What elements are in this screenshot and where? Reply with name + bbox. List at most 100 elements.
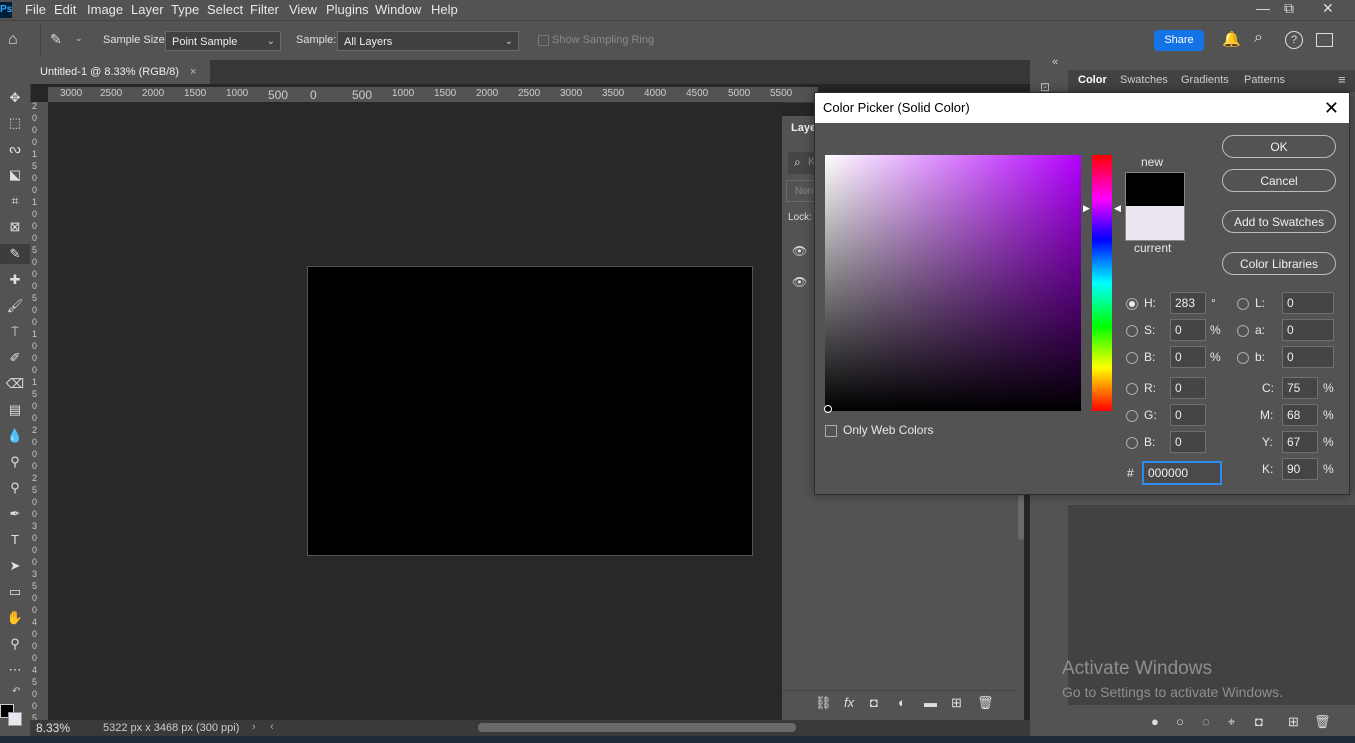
clone-stamp-tool-icon[interactable]: ⍑ bbox=[0, 322, 30, 342]
menu-layer[interactable]: Layer bbox=[131, 2, 164, 17]
cyan-field[interactable]: 75 bbox=[1282, 377, 1318, 399]
hue-slider[interactable] bbox=[1092, 155, 1112, 411]
circle-filled-icon[interactable]: ● bbox=[1151, 714, 1159, 729]
path-selection-tool-icon[interactable]: ➤ bbox=[0, 556, 30, 576]
dotted-circle-icon[interactable]: ◌ bbox=[1202, 714, 1210, 729]
saturation-radio[interactable] bbox=[1126, 325, 1138, 337]
hue-radio[interactable] bbox=[1126, 298, 1138, 310]
menu-window[interactable]: Window bbox=[375, 2, 421, 17]
workspace-icon[interactable] bbox=[1316, 33, 1333, 47]
color-selection-marker[interactable] bbox=[824, 405, 832, 413]
eyedropper-tool-icon[interactable]: ✎ bbox=[50, 31, 62, 48]
more-tools-icon[interactable]: ⋯ bbox=[0, 660, 30, 680]
tab-color[interactable]: Color bbox=[1078, 74, 1107, 86]
tab-patterns[interactable]: Patterns bbox=[1244, 74, 1285, 86]
current-color-swatch[interactable] bbox=[1125, 206, 1185, 241]
menu-type[interactable]: Type bbox=[171, 2, 199, 17]
history-brush-tool-icon[interactable]: ✐ bbox=[0, 348, 30, 368]
circle-outline-icon[interactable]: ○ bbox=[1176, 714, 1184, 729]
menu-image[interactable]: Image bbox=[87, 2, 123, 17]
new-layer-icon[interactable]: ⊞ bbox=[951, 695, 962, 711]
blend-mode-select[interactable]: Norm bbox=[786, 180, 819, 202]
home-icon[interactable]: ⌂ bbox=[8, 31, 18, 49]
add-to-swatches-button[interactable]: Add to Swatches bbox=[1222, 210, 1336, 233]
a-channel-field[interactable]: 0 bbox=[1282, 319, 1334, 341]
blur-tool-icon[interactable]: 💧 bbox=[0, 426, 30, 446]
a-channel-radio[interactable] bbox=[1237, 325, 1249, 337]
notification-bell-icon[interactable]: 🔔 bbox=[1222, 30, 1241, 48]
horizontal-scrollbar-thumb[interactable] bbox=[478, 723, 796, 732]
green-field[interactable]: 0 bbox=[1170, 404, 1206, 426]
close-icon[interactable]: ✕ bbox=[1324, 93, 1339, 123]
menu-select[interactable]: Select bbox=[207, 2, 243, 17]
pen-tool-icon[interactable]: ✒ bbox=[0, 504, 30, 524]
scroll-left-icon[interactable]: ‹ bbox=[270, 721, 274, 733]
trash-icon[interactable]: 🗑 bbox=[977, 695, 994, 711]
lasso-tool-icon[interactable]: ᔓ bbox=[0, 139, 30, 159]
dialog-titlebar[interactable]: Color Picker (Solid Color) ✕ bbox=[815, 93, 1349, 123]
search-icon[interactable]: ⌕ bbox=[1254, 29, 1263, 47]
healing-brush-tool-icon[interactable]: ✚ bbox=[0, 270, 30, 290]
status-arrow-icon[interactable]: › bbox=[252, 721, 256, 733]
swap-colors-icon[interactable]: ↶ bbox=[12, 686, 20, 697]
crop-tool-icon[interactable]: ⌗ bbox=[0, 191, 30, 211]
brightness-field[interactable]: 0 bbox=[1170, 346, 1206, 368]
dodge-tool-icon[interactable]: ⚲ bbox=[0, 452, 30, 472]
lightness-field[interactable]: 0 bbox=[1282, 292, 1334, 314]
hand-tool-icon[interactable]: ✋ bbox=[0, 608, 30, 628]
hue-slider-right-arrow-icon[interactable]: ◀ bbox=[1114, 203, 1121, 214]
mask-icon[interactable]: ◘ bbox=[870, 695, 878, 710]
document-tab[interactable]: Untitled-1 @ 8.33% (RGB/8) × bbox=[30, 60, 210, 84]
eyedropper-tool-icon[interactable]: ✎ bbox=[0, 244, 30, 264]
b-channel-radio[interactable] bbox=[1237, 352, 1249, 364]
green-radio[interactable] bbox=[1126, 410, 1138, 422]
object-selection-tool-icon[interactable]: ⬕ bbox=[0, 165, 30, 185]
layers-scrollbar-thumb[interactable] bbox=[1018, 494, 1024, 540]
tab-swatches[interactable]: Swatches bbox=[1120, 74, 1168, 86]
black-field[interactable]: 90 bbox=[1282, 458, 1318, 480]
hue-field[interactable]: 283 bbox=[1170, 292, 1206, 314]
rectangle-tool-icon[interactable]: ▭ bbox=[0, 582, 30, 602]
zoom-tool-icon[interactable]: ⚲ bbox=[0, 634, 30, 654]
only-web-colors-checkbox[interactable] bbox=[825, 425, 837, 437]
document-canvas[interactable] bbox=[307, 266, 753, 556]
adjustment-icon[interactable]: ◐ bbox=[898, 695, 906, 710]
sample-select[interactable]: All Layers ⌄ bbox=[337, 31, 519, 51]
menu-view[interactable]: View bbox=[289, 2, 317, 17]
red-radio[interactable] bbox=[1126, 383, 1138, 395]
cancel-button[interactable]: Cancel bbox=[1222, 169, 1336, 192]
type-tool-icon[interactable]: T bbox=[0, 530, 30, 550]
share-button[interactable]: Share bbox=[1154, 30, 1204, 51]
new-item-icon[interactable]: ⊞ bbox=[1288, 714, 1299, 730]
tool-preset-chevron-icon[interactable]: ⌄ bbox=[75, 33, 83, 44]
magenta-field[interactable]: 68 bbox=[1282, 404, 1318, 426]
move-tool-icon[interactable]: ✥ bbox=[0, 88, 30, 108]
mask-icon[interactable]: ◘ bbox=[1255, 714, 1263, 729]
hex-field[interactable]: 000000 bbox=[1142, 461, 1222, 485]
close-window-button[interactable]: ✕ bbox=[1322, 0, 1334, 17]
target-icon[interactable]: ⌖ bbox=[1228, 714, 1235, 730]
fx-icon[interactable]: fx bbox=[844, 695, 854, 710]
yellow-field[interactable]: 67 bbox=[1282, 431, 1318, 453]
link-icon[interactable]: ⛓ bbox=[815, 695, 832, 711]
color-libraries-button[interactable]: Color Libraries bbox=[1222, 252, 1336, 275]
zoom-dodge-tool-icon[interactable]: ⚲ bbox=[0, 478, 30, 498]
frame-tool-icon[interactable]: ⊠ bbox=[0, 217, 30, 237]
collapse-panels-icon[interactable]: « bbox=[1052, 56, 1058, 68]
blue-radio[interactable] bbox=[1126, 437, 1138, 449]
lightness-radio[interactable] bbox=[1237, 298, 1249, 310]
ok-button[interactable]: OK bbox=[1222, 135, 1336, 158]
blue-field[interactable]: 0 bbox=[1170, 431, 1206, 453]
menu-plugins[interactable]: Plugins bbox=[326, 2, 369, 17]
trash-icon[interactable]: 🗑 bbox=[1314, 714, 1331, 730]
tab-gradients[interactable]: Gradients bbox=[1181, 74, 1229, 86]
brush-tool-icon[interactable]: 🖌 bbox=[0, 296, 30, 316]
folder-icon[interactable]: ▬ bbox=[924, 695, 937, 710]
sample-size-select[interactable]: Point Sample ⌄ bbox=[165, 31, 281, 51]
red-field[interactable]: 0 bbox=[1170, 377, 1206, 399]
b-channel-field[interactable]: 0 bbox=[1282, 346, 1334, 368]
menu-filter[interactable]: Filter bbox=[250, 2, 279, 17]
panel-menu-icon[interactable]: ≡ bbox=[1338, 72, 1346, 87]
menu-file[interactable]: File bbox=[25, 2, 46, 17]
visibility-eye-icon[interactable]: 👁 bbox=[792, 244, 807, 258]
